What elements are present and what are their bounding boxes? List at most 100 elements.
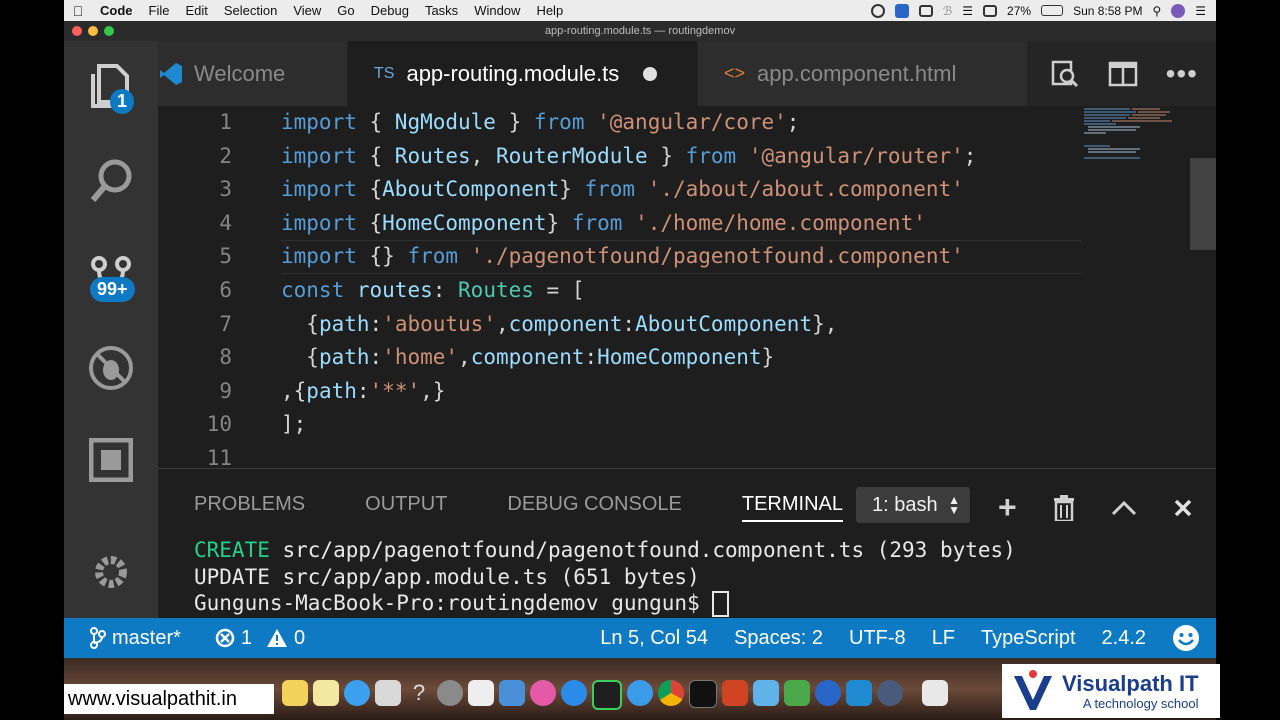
app-store-icon[interactable] (561, 680, 587, 706)
feedback-smiley-icon[interactable] (1159, 624, 1216, 652)
terminal-select[interactable]: 1: bash ▲ ▼ (856, 487, 970, 523)
line-number: 7 (219, 311, 232, 336)
wifi-icon[interactable]: ☰ (962, 4, 973, 18)
terminal-app-icon[interactable] (689, 680, 717, 708)
language-mode[interactable]: TypeScript (968, 627, 1088, 650)
display-icon[interactable] (918, 4, 933, 17)
help-icon[interactable]: ? (406, 680, 432, 706)
cursor-position[interactable]: Ln 5, Col 54 (587, 627, 721, 650)
battery-percent[interactable]: 27% (1007, 4, 1031, 18)
spotlight-icon[interactable]: ⚲ (1152, 4, 1161, 18)
bluetooth-icon[interactable]: ℬ (943, 4, 952, 18)
textedit-icon[interactable] (468, 680, 494, 706)
code-line[interactable] (281, 442, 1081, 468)
user-icon[interactable] (1171, 3, 1186, 18)
apple-menu-icon[interactable]:  (64, 3, 92, 19)
trash-icon[interactable] (1053, 494, 1075, 521)
safari-icon[interactable] (627, 680, 653, 706)
code-line[interactable]: ,{path:'**',} (281, 375, 1081, 409)
source-control-button[interactable]: 99+ (64, 239, 158, 309)
menu-clock[interactable]: Sun 8:58 PM (1073, 4, 1142, 18)
open-changes-icon[interactable] (1050, 59, 1080, 89)
terminal-output[interactable]: CREATE src/app/pagenotfound/pagenotfound… (194, 537, 1016, 617)
editor-app-icon[interactable] (753, 680, 779, 706)
code-line[interactable]: {path:'aboutus',component:AboutComponent… (281, 308, 1081, 342)
preview-icon[interactable] (375, 680, 401, 706)
close-window-icon[interactable] (72, 26, 82, 36)
code-line[interactable]: {path:'home',component:HomeComponent} (281, 341, 1081, 375)
vscode-dock-icon[interactable] (846, 680, 872, 706)
menu-window[interactable]: Window (466, 3, 528, 18)
new-terminal-icon[interactable]: + (998, 489, 1017, 526)
menu-file[interactable]: File (141, 3, 178, 18)
tab-app-component-html[interactable]: <> app.component.html (698, 41, 1028, 106)
close-panel-icon[interactable] (1173, 498, 1193, 518)
notification-center-icon[interactable]: ☰ (1195, 4, 1206, 18)
status-branch[interactable]: master* (64, 627, 194, 650)
search-button[interactable] (64, 145, 158, 215)
line-ending[interactable]: LF (919, 627, 968, 650)
powerpoint-icon[interactable] (722, 680, 748, 706)
code-line[interactable]: import {} from './pagenotfound/pagenotfo… (281, 240, 1081, 274)
code-line[interactable]: ]; (281, 408, 1081, 442)
menu-view[interactable]: View (285, 3, 329, 18)
itunes-icon[interactable] (530, 680, 556, 706)
pycharm-icon[interactable] (592, 680, 622, 710)
notes-icon[interactable] (282, 680, 308, 706)
chrome-icon[interactable] (658, 680, 684, 706)
tab-terminal[interactable]: TERMINAL (741, 493, 843, 522)
split-editor-icon[interactable] (1108, 61, 1138, 87)
indentation[interactable]: Spaces: 2 (721, 627, 836, 650)
system-preferences-icon[interactable] (437, 680, 463, 706)
extensions-button[interactable] (64, 425, 158, 495)
minimap[interactable] (1080, 106, 1190, 176)
code-line[interactable]: const routes: Routes = [ (281, 274, 1081, 308)
menu-go[interactable]: Go (329, 3, 362, 18)
menu-selection[interactable]: Selection (216, 3, 285, 18)
code-line[interactable]: import { NgModule } from '@angular/core'… (281, 106, 1081, 140)
quicktime-icon[interactable] (877, 680, 903, 706)
airplay-icon[interactable] (983, 4, 998, 17)
teamviewer-icon[interactable] (894, 3, 909, 18)
unsaved-dot-icon[interactable] (643, 66, 658, 81)
menu-tasks[interactable]: Tasks (417, 3, 466, 18)
record-icon[interactable] (870, 3, 885, 18)
stickies-icon[interactable] (313, 680, 339, 706)
terminal-line-text: src/app/pagenotfound/pagenotfound.compon… (269, 538, 1016, 562)
zoom-window-icon[interactable] (104, 26, 114, 36)
menu-debug[interactable]: Debug (363, 3, 417, 18)
menu-edit[interactable]: Edit (177, 3, 215, 18)
code-line[interactable]: import {HomeComponent} from './home/home… (281, 207, 1081, 241)
settings-button[interactable] (64, 537, 158, 607)
encoding[interactable]: UTF-8 (836, 627, 919, 650)
keynote-icon[interactable] (499, 680, 525, 706)
teamviewer-dock-icon[interactable] (815, 680, 841, 706)
code-line[interactable]: import { Routes, RouterModule } from '@a… (281, 140, 1081, 174)
tab-output[interactable]: OUTPUT (365, 493, 447, 522)
tab-welcome[interactable]: Welcome (158, 41, 348, 106)
code-token: : (584, 345, 598, 370)
typescript-version[interactable]: 2.4.2 (1089, 627, 1159, 650)
tab-app-routing-module[interactable]: TS app-routing.module.ts (348, 41, 698, 106)
code-editor[interactable]: 1 2 3 4 5 6 7 8 9 10 11 import { NgModule } from '… (158, 106, 1216, 468)
line-number: 10 (206, 412, 232, 437)
maximize-panel-icon[interactable] (1111, 500, 1137, 516)
code-token: : (432, 277, 459, 302)
code-line[interactable]: import {AboutComponent} from './about/ab… (281, 173, 1081, 207)
more-actions-icon[interactable]: ••• (1166, 58, 1198, 90)
menu-help[interactable]: Help (528, 3, 571, 18)
tab-problems[interactable]: PROBLEMS (194, 493, 305, 522)
explorer-button[interactable]: 1 (64, 51, 158, 121)
messages-icon[interactable] (344, 680, 370, 706)
finder-doc-icon[interactable] (922, 680, 948, 706)
menu-app-name[interactable]: Code (92, 3, 141, 18)
torrent-icon[interactable] (784, 680, 810, 706)
editor-scrollbar[interactable] (1190, 158, 1216, 250)
minimize-window-icon[interactable] (88, 26, 98, 36)
code-lines[interactable]: import { NgModule } from '@angular/core'… (281, 106, 1081, 468)
line-number: 1 (219, 110, 232, 134)
status-problems[interactable]: 1 0 (202, 627, 318, 650)
debug-button[interactable] (64, 333, 158, 403)
tab-debug-console[interactable]: DEBUG CONSOLE (507, 493, 681, 522)
battery-icon[interactable] (1041, 5, 1064, 16)
